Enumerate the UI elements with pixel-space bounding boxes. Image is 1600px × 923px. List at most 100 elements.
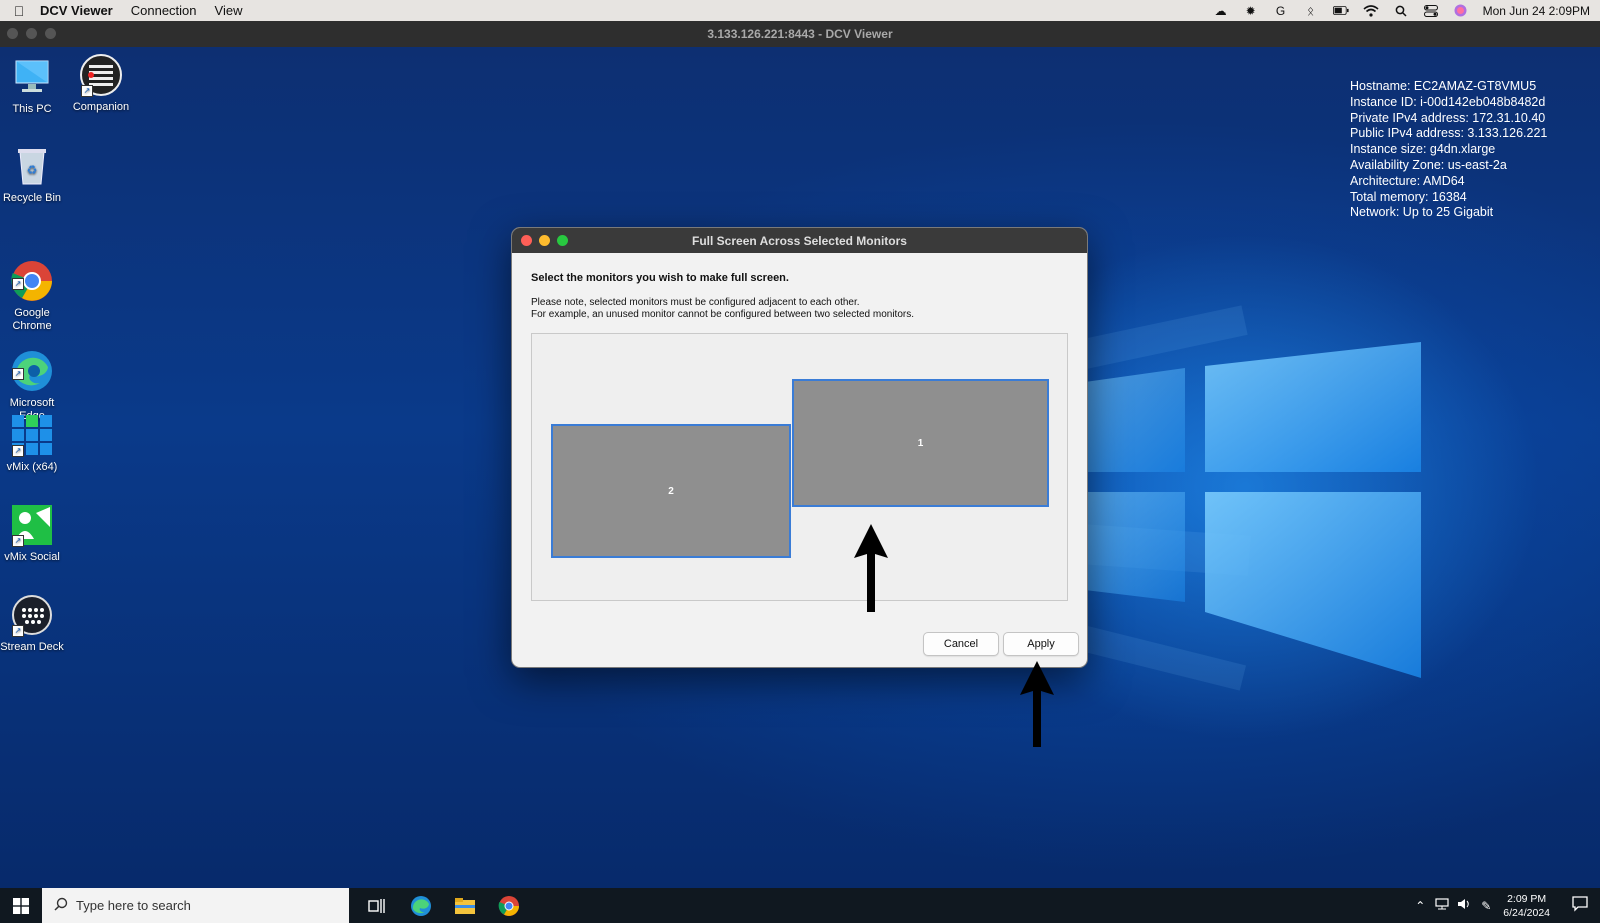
dialog-traffic-lights — [521, 235, 568, 246]
start-button[interactable] — [0, 888, 42, 923]
chrome-icon — [498, 895, 519, 916]
cancel-button[interactable]: Cancel — [923, 632, 999, 656]
sysinfo-line: Availability Zone: us-east-2a — [1350, 157, 1507, 172]
desktop-icon-stream-deck[interactable]: ↗ Stream Deck — [0, 593, 67, 654]
shortcut-arrow-icon: ↗ — [12, 278, 24, 290]
stream-deck-icon: ↗ — [10, 593, 54, 637]
volume-icon[interactable] — [1453, 898, 1475, 913]
brightness-icon[interactable]: ✹ — [1243, 4, 1259, 18]
shortcut-arrow-icon: ↗ — [12, 368, 24, 380]
desktop-icon-label: This PC — [12, 103, 52, 115]
control-center-icon[interactable] — [1423, 4, 1439, 18]
taskbar-clock[interactable]: 2:09 PM 6/24/2024 — [1503, 892, 1550, 920]
taskbar-date: 6/24/2024 — [1503, 906, 1550, 919]
search-icon — [54, 897, 76, 914]
desktop-icon-label: vMix Social — [4, 551, 60, 563]
dialog-minimize-button[interactable] — [539, 235, 550, 246]
bluetooth-icon[interactable]: ᛟ — [1303, 4, 1319, 18]
sysinfo-line: Instance size: g4dn.xlarge — [1350, 142, 1496, 157]
notification-center-icon[interactable] — [1560, 896, 1600, 915]
edge-icon — [411, 895, 431, 916]
desktop-icon-recycle-bin[interactable]: ♻ Recycle Bin — [0, 144, 67, 205]
system-tray: ⌃ ✎ 2:09 PM 6/24/2024 — [1409, 888, 1600, 923]
taskbar-file-explorer-button[interactable] — [443, 888, 487, 923]
taskbar-search-box[interactable]: Type here to search — [42, 888, 349, 923]
window-traffic-lights — [7, 28, 56, 39]
shortcut-arrow-icon: ↗ — [12, 535, 24, 547]
sysinfo-line: Private IPv4 address: 172.31.10.40 — [1350, 110, 1546, 125]
monitor-2[interactable]: 2 — [551, 424, 791, 558]
dialog-zoom-button[interactable] — [557, 235, 568, 246]
mac-menubar:  DCV Viewer Connection View ☁ ✹ G ᛟ Mon… — [0, 0, 1600, 21]
menubar-datetime[interactable]: Mon Jun 24 2:09PM — [1483, 4, 1590, 18]
monitor-selection-area: 2 1 — [531, 333, 1068, 601]
sysinfo-line: Network: Up to 25 Gigabit — [1350, 205, 1494, 220]
window-close-button[interactable] — [7, 28, 18, 39]
task-view-button[interactable] — [355, 888, 399, 923]
dialog-close-button[interactable] — [521, 235, 532, 246]
svg-text:♻: ♻ — [27, 163, 38, 177]
battery-icon[interactable] — [1332, 4, 1349, 18]
folder-icon — [455, 897, 475, 914]
vmix-icon: ↗ — [10, 413, 54, 457]
grammarly-icon[interactable]: G — [1273, 4, 1289, 18]
taskbar-chrome-button[interactable] — [487, 888, 531, 923]
creative-cloud-icon[interactable]: ☁ — [1213, 4, 1229, 18]
system-info-overlay: Hostname: EC2AMAZ-GT8VMU5 Instance ID: i… — [1350, 79, 1547, 221]
sysinfo-line: Architecture: AMD64 — [1350, 173, 1465, 188]
sysinfo-line: Total memory: 16384 — [1350, 189, 1467, 204]
network-icon[interactable] — [1431, 898, 1453, 913]
chrome-icon: ↗ — [10, 246, 54, 301]
companion-icon: ↗ — [79, 53, 123, 97]
desktop-icon-this-pc[interactable]: This PC — [0, 55, 67, 116]
windows-logo-wallpaper — [1085, 342, 1421, 678]
full-screen-monitors-dialog: Full Screen Across Selected Monitors Sel… — [511, 227, 1088, 668]
wifi-icon[interactable] — [1363, 4, 1379, 18]
recycle-bin-icon: ♻ — [10, 144, 54, 188]
shortcut-arrow-icon: ↗ — [12, 445, 24, 457]
desktop-icon-label: Stream Deck — [0, 641, 64, 653]
windows-start-icon — [13, 897, 29, 914]
taskbar-edge-button[interactable] — [399, 888, 443, 923]
search-placeholder: Type here to search — [76, 898, 191, 913]
dialog-title: Full Screen Across Selected Monitors — [692, 233, 907, 248]
dcv-window-titlebar: 3.133.126.221:8443 - DCV Viewer — [0, 21, 1600, 47]
dialog-note: Please note, selected monitors must be c… — [531, 297, 914, 321]
dialog-note-line: Please note, selected monitors must be c… — [531, 297, 860, 308]
sysinfo-line: Public IPv4 address: 3.133.126.221 — [1350, 126, 1548, 141]
desktop-icon-label: Recycle Bin — [2, 192, 62, 204]
annotation-arrow-icon — [1020, 661, 1054, 747]
task-view-icon — [368, 898, 385, 913]
shortcut-arrow-icon: ↗ — [81, 85, 93, 97]
spotlight-search-icon[interactable] — [1393, 4, 1409, 18]
menubar-status-area: ☁ ✹ G ᛟ Mon Jun 24 2:09PM — [1213, 4, 1590, 18]
pen-icon[interactable]: ✎ — [1475, 899, 1497, 913]
annotation-arrow-icon — [854, 524, 888, 612]
dialog-note-line: For example, an unused monitor cannot be… — [531, 309, 914, 320]
apply-button[interactable]: Apply — [1003, 632, 1079, 656]
desktop-icon-companion[interactable]: ↗ Companion — [66, 53, 136, 114]
desktop-icon-label: vMix (x64) — [6, 461, 58, 473]
window-minimize-button[interactable] — [26, 28, 37, 39]
dialog-heading: Select the monitors you wish to make ful… — [531, 272, 789, 284]
dialog-titlebar: Full Screen Across Selected Monitors — [512, 228, 1087, 253]
desktop-icon-vmix-social[interactable]: ↗ vMix Social — [0, 503, 67, 564]
window-zoom-button[interactable] — [45, 28, 56, 39]
menu-app-name[interactable]: DCV Viewer — [40, 3, 113, 18]
apple-menu-icon[interactable]:  — [10, 3, 28, 19]
shortcut-arrow-icon: ↗ — [12, 625, 24, 637]
this-pc-icon — [10, 55, 54, 99]
edge-icon: ↗ — [10, 336, 54, 391]
menu-connection[interactable]: Connection — [131, 3, 197, 18]
windows-taskbar: Type here to search ⌃ ✎ 2:09 PM 6/24/202… — [0, 888, 1600, 923]
monitor-1[interactable]: 1 — [792, 379, 1049, 507]
menu-view[interactable]: View — [215, 3, 243, 18]
vmix-social-icon: ↗ — [10, 503, 54, 547]
sysinfo-line: Instance ID: i-00d142eb048b8482d — [1350, 94, 1546, 109]
chevron-up-icon[interactable]: ⌃ — [1409, 899, 1431, 913]
monitor-label: 2 — [668, 485, 674, 497]
window-title: 3.133.126.221:8443 - DCV Viewer — [707, 27, 893, 41]
desktop-icon-vmix[interactable]: ↗ vMix (x64) — [0, 413, 67, 474]
siri-icon[interactable] — [1453, 4, 1469, 18]
monitor-label: 1 — [917, 437, 924, 449]
